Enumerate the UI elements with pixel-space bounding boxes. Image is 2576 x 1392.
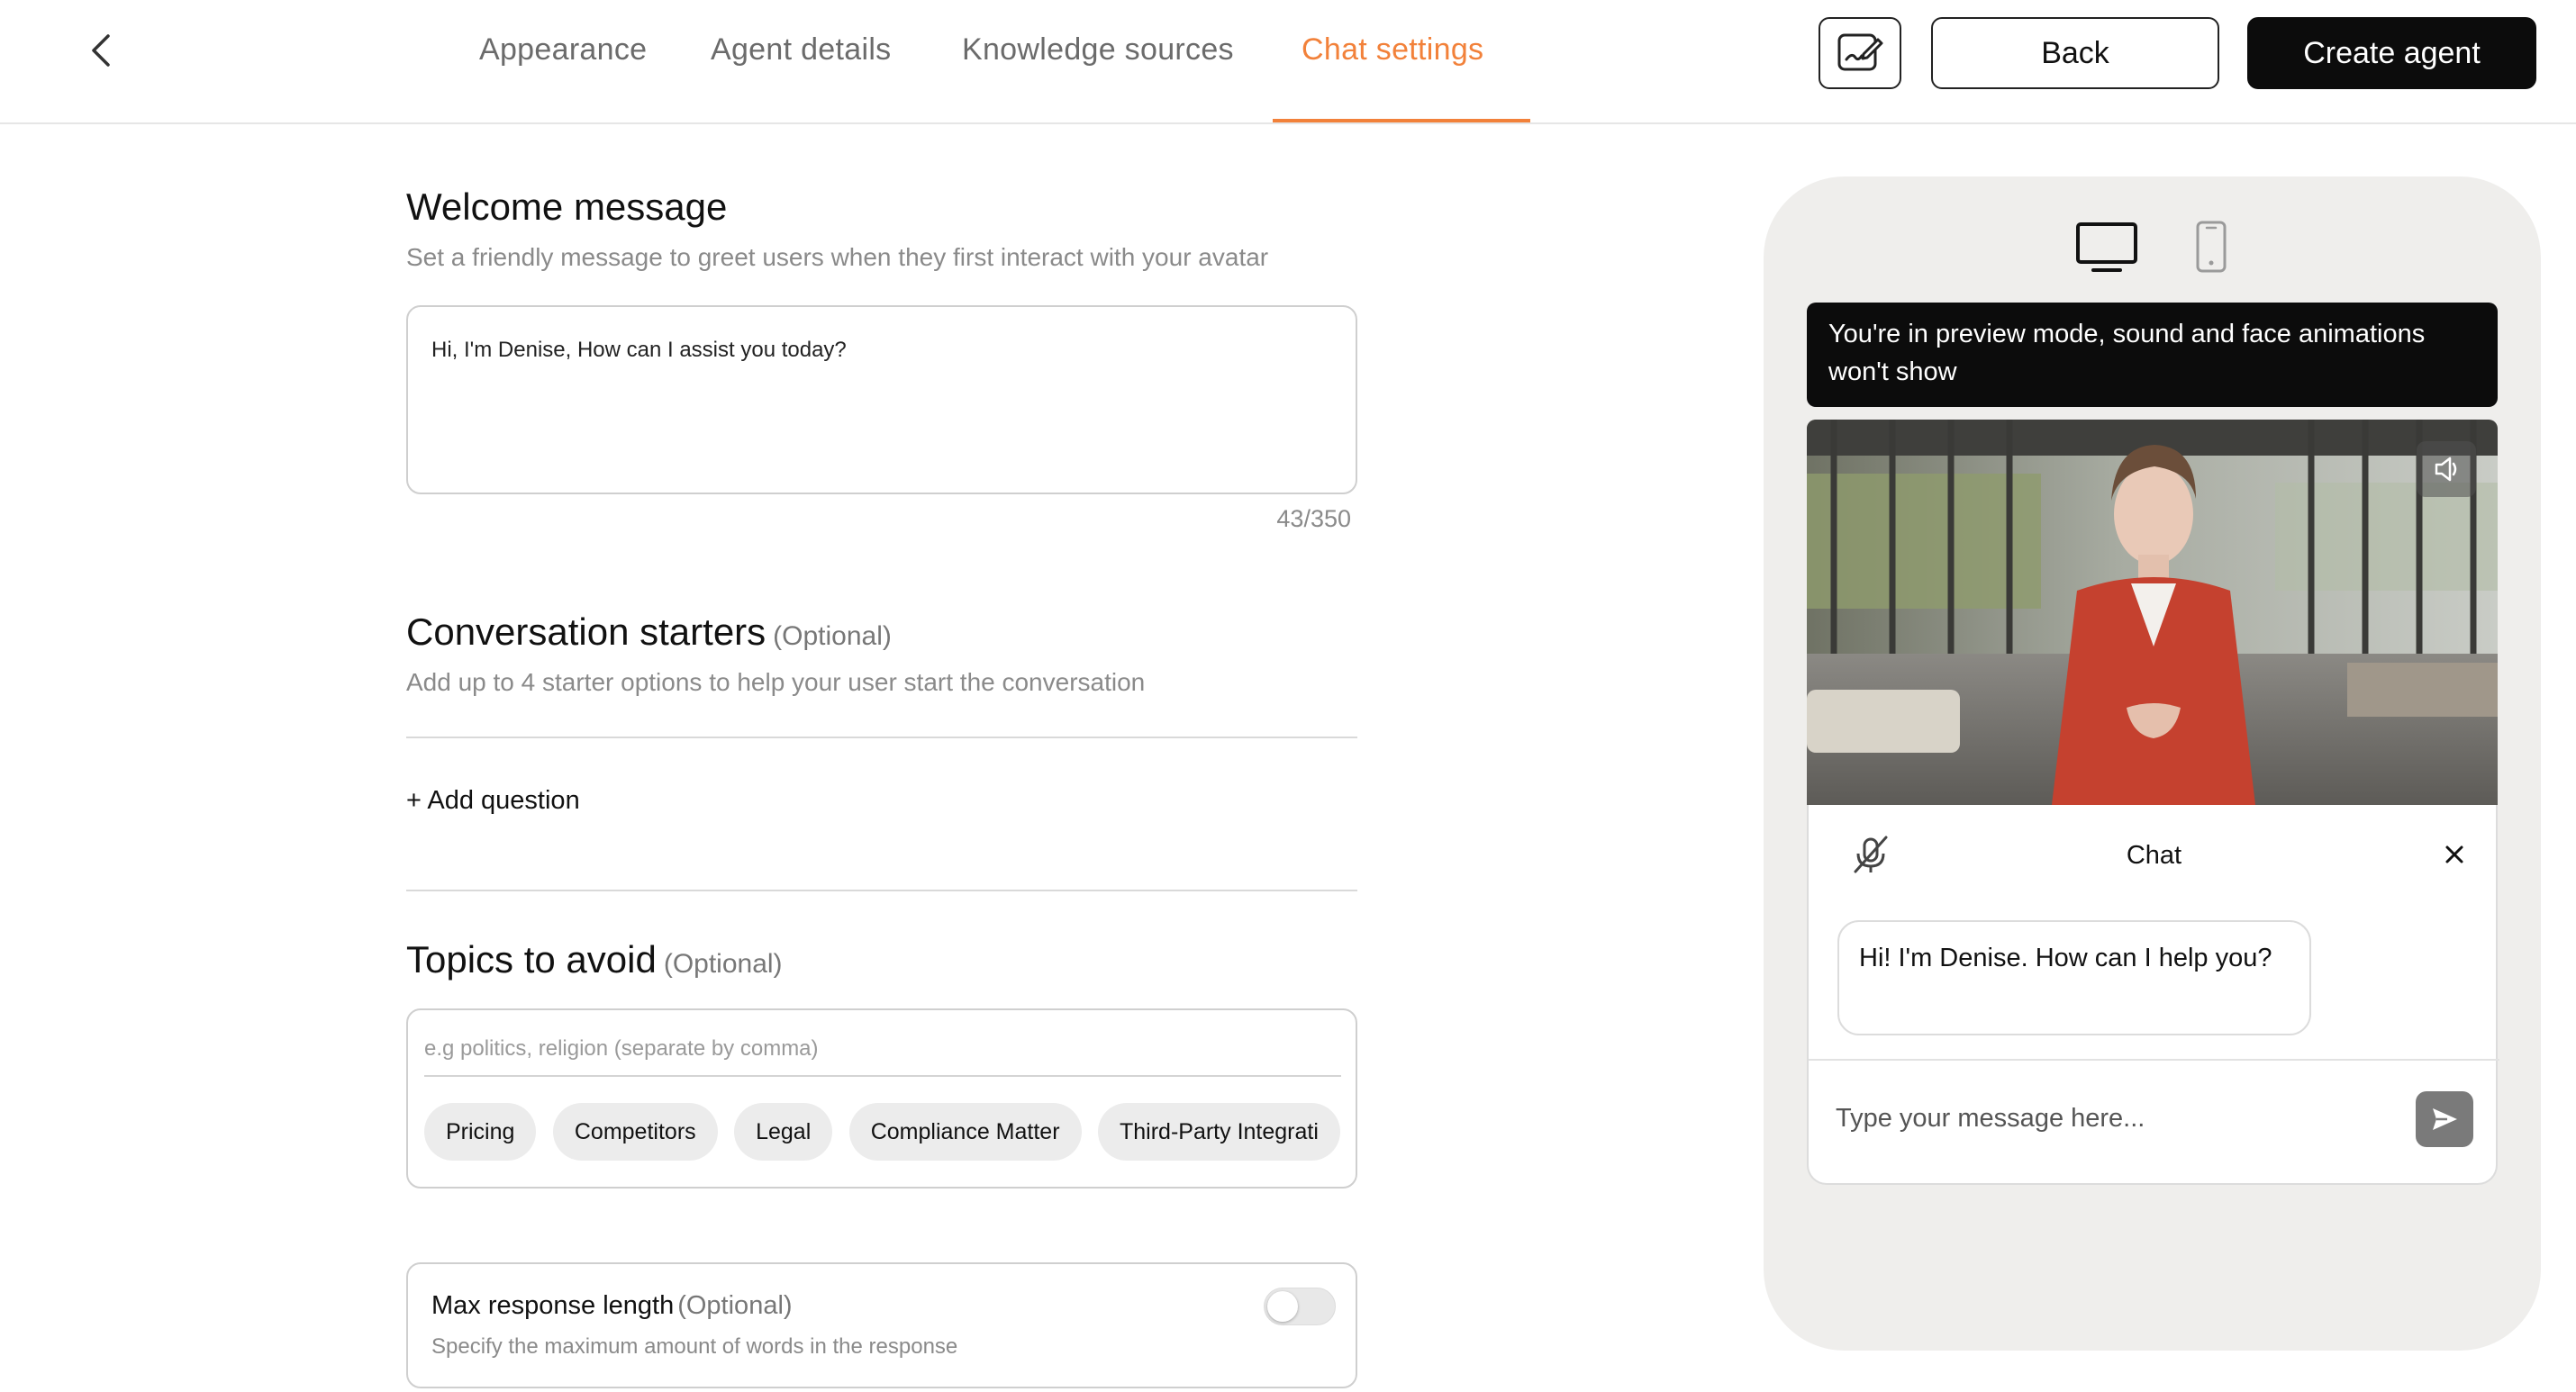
avatar-video <box>1807 420 2498 805</box>
topic-chip[interactable]: Competitors <box>552 1103 718 1161</box>
char-counter: 43/350 <box>1276 505 1351 532</box>
active-tab-indicator <box>1273 119 1530 122</box>
back-button[interactable]: Back <box>1931 17 2219 89</box>
chat-divider <box>1809 1059 2499 1061</box>
welcome-message-text: Hi, I'm Denise, How can I assist you tod… <box>431 338 847 362</box>
chevron-left-icon[interactable] <box>83 31 122 70</box>
greeting-bubble: Hi! I'm Denise. How can I help you? <box>1837 920 2311 1035</box>
max-response-title-text: Max response length <box>431 1291 675 1320</box>
topics-optional-label: (Optional) <box>663 949 783 979</box>
topic-chip[interactable]: Legal <box>734 1103 833 1161</box>
welcome-message-description: Set a friendly message to greet users wh… <box>406 243 1269 271</box>
avatar-image <box>1807 420 2498 805</box>
max-response-length-card: Max response length (Optional) Specify th… <box>406 1262 1357 1388</box>
speaker-icon <box>2435 456 2457 482</box>
chat-widget: Chat Hi! I'm Denise. How can I help you? <box>1807 805 2499 1185</box>
topics-to-avoid-title: Topics to avoid (Optional) <box>406 938 783 981</box>
welcome-message-input[interactable]: Hi, I'm Denise, How can I assist you tod… <box>406 305 1357 494</box>
tab-knowledge-sources[interactable]: Knowledge sources <box>962 32 1234 68</box>
add-question-button[interactable]: + Add question <box>406 786 580 816</box>
topic-chip-list: Pricing Competitors Legal Compliance Mat… <box>424 1103 1341 1161</box>
conversation-starters-title: Conversation starters (Optional) <box>406 610 892 654</box>
starters-title-text: Conversation starters <box>406 610 766 653</box>
conversation-starters-description: Add up to 4 starter options to help your… <box>406 668 1146 696</box>
topics-input[interactable] <box>424 1023 1341 1077</box>
max-response-description: Specify the maximum amount of words in t… <box>431 1334 958 1359</box>
mute-button[interactable] <box>2417 441 2476 497</box>
tab-chat-settings[interactable]: Chat settings <box>1302 32 1483 68</box>
close-icon[interactable] <box>2439 839 2470 870</box>
toggle-knob <box>1267 1291 1298 1322</box>
chat-message-input[interactable] <box>1836 1091 2412 1145</box>
script-edit-icon <box>1837 33 1883 71</box>
topic-chip[interactable]: Pricing <box>424 1103 537 1161</box>
top-header: Appearance Agent details Knowledge sourc… <box>0 0 2576 124</box>
create-agent-button[interactable]: Create agent <box>2247 17 2536 89</box>
welcome-title-text: Welcome message <box>406 185 728 228</box>
topics-to-avoid-field: Pricing Competitors Legal Compliance Mat… <box>406 1008 1357 1189</box>
welcome-message-title: Welcome message <box>406 185 727 229</box>
starters-top-divider <box>406 737 1357 738</box>
mobile-icon[interactable] <box>2194 220 2228 274</box>
script-editor-button[interactable] <box>1819 17 1901 89</box>
desktop-icon[interactable] <box>2075 221 2138 274</box>
send-icon <box>2433 1108 2457 1130</box>
send-button[interactable] <box>2416 1091 2473 1147</box>
topic-chip[interactable]: Compliance Matter <box>848 1103 1082 1161</box>
chat-title: Chat <box>2126 841 2182 870</box>
tab-appearance[interactable]: Appearance <box>479 32 647 68</box>
preview-mode-banner: You're in preview mode, sound and face a… <box>1807 303 2498 407</box>
topics-title-text: Topics to avoid <box>406 938 657 981</box>
max-response-optional-label: (Optional) <box>677 1291 793 1320</box>
starters-optional-label: (Optional) <box>773 621 892 651</box>
preview-panel: You're in preview mode, sound and face a… <box>1764 176 2541 1351</box>
starters-bottom-divider <box>406 890 1357 891</box>
tab-agent-details[interactable]: Agent details <box>711 32 891 68</box>
topic-chip[interactable]: Third-Party Integrati <box>1097 1103 1340 1161</box>
max-response-toggle[interactable] <box>1264 1288 1336 1325</box>
max-response-title: Max response length (Optional) <box>431 1291 793 1321</box>
